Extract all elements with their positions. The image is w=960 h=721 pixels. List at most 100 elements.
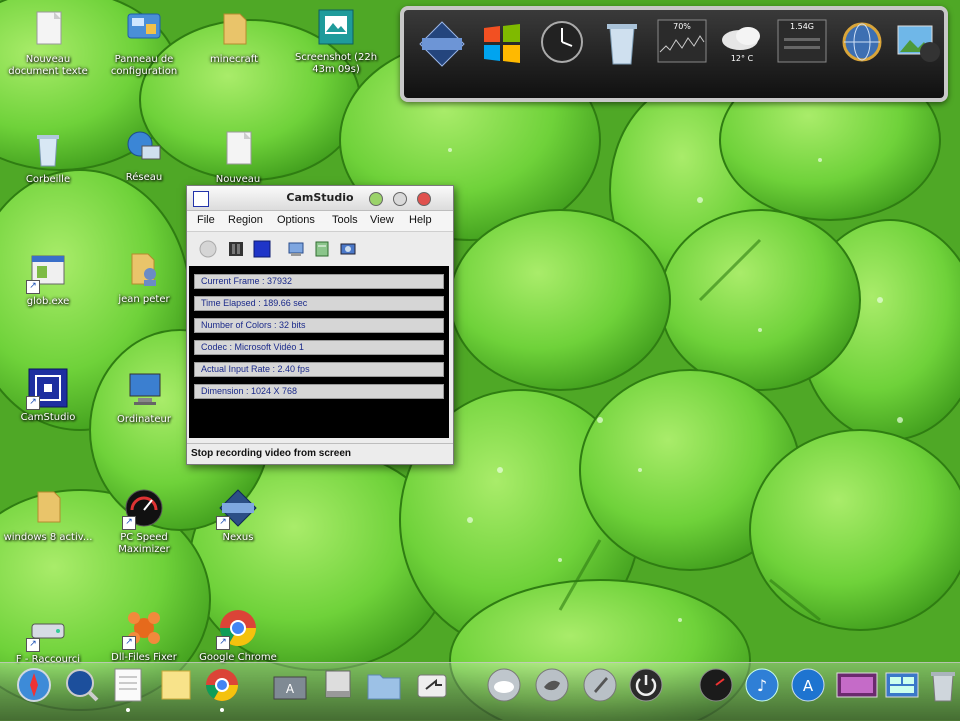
status-bar: Stop recording video from screen <box>187 443 453 464</box>
shortcut-arrow-icon: ↗ <box>122 636 136 650</box>
window-manager-icon[interactable] <box>884 667 920 703</box>
control-panel-icon <box>124 10 164 50</box>
cpu-meter-icon[interactable]: 70% <box>656 18 708 70</box>
shortcut-arrow-icon: ↗ <box>216 516 230 530</box>
itunes-icon[interactable]: ♪ <box>744 667 780 703</box>
desktop-icon-control-panel[interactable]: Panneau de configuration <box>96 10 192 78</box>
twitter-bird-icon[interactable] <box>534 667 570 703</box>
record-button[interactable] <box>199 240 217 258</box>
menu-options[interactable]: Options <box>277 214 315 226</box>
folder-icon <box>28 488 68 528</box>
photo-camera-icon[interactable] <box>894 18 946 70</box>
desktop-icon-new[interactable]: Nouveau <box>190 130 286 186</box>
recycle-bin-icon <box>28 130 68 170</box>
region-tool-icon[interactable] <box>287 240 305 258</box>
svg-text:♪: ♪ <box>757 676 767 695</box>
share-icon[interactable] <box>414 667 450 703</box>
clock-icon[interactable] <box>536 18 588 70</box>
folder-icon <box>214 10 254 50</box>
quicktime-icon[interactable] <box>64 667 100 703</box>
app-store-icon[interactable]: A <box>272 667 308 703</box>
menu-region[interactable]: Region <box>228 214 263 226</box>
chrome-icon[interactable] <box>204 667 240 703</box>
text-document-icon <box>28 10 68 50</box>
desktop-icon-google-chrome[interactable]: ↗ Google Chrome <box>190 608 286 664</box>
desktop-icon-windows8-folder[interactable]: windows 8 activ... <box>0 488 96 544</box>
weather-icon[interactable]: 12° C <box>716 18 768 70</box>
info-number-of-colors: Number of Colors : 32 bits <box>194 318 444 333</box>
desktop-icon-pc-speed-maximizer[interactable]: ↗ PC Speed Maximizer <box>96 488 192 556</box>
shortcut-arrow-icon: ↗ <box>122 516 136 530</box>
desktop-icon-glob[interactable]: ↗ glob.exe <box>0 252 96 308</box>
info-dimension: Dimension : 1024 X 768 <box>194 384 444 399</box>
menu-tools[interactable]: Tools <box>332 214 358 226</box>
recording-info-panel: Current Frame : 37932 Time Elapsed : 189… <box>189 266 449 438</box>
toolbar <box>187 232 453 266</box>
close-button[interactable] <box>417 192 431 206</box>
desktop-icon-f-shortcut[interactable]: ↗ F - Raccourci <box>0 610 96 666</box>
speedometer-icon: ↗ <box>122 488 164 530</box>
cloud-icon[interactable] <box>486 667 522 703</box>
dock-running-indicator <box>220 708 224 712</box>
desktop-icon-camstudio[interactable]: ↗ CamStudio <box>0 368 96 424</box>
nexus-logo-icon[interactable] <box>416 18 468 70</box>
camstudio-titlebar[interactable]: CamStudio <box>187 186 453 211</box>
minimize-button[interactable] <box>369 192 383 206</box>
desktop-icon-jean-peter[interactable]: jean peter <box>96 250 192 306</box>
desktop-icon-network[interactable]: Réseau <box>96 128 192 184</box>
photo-booth-icon[interactable] <box>836 667 878 703</box>
menu-view[interactable]: View <box>370 214 394 226</box>
menu-file[interactable]: File <box>197 214 215 226</box>
rocket-icon[interactable] <box>582 667 618 703</box>
chrome-icon: ↗ <box>216 608 258 650</box>
info-codec: Codec : Microsoft Vidéo 1 <box>194 340 444 355</box>
desktop-icon-new-text-document[interactable]: Nouveau document texte <box>0 10 96 78</box>
shortcut-arrow-icon: ↗ <box>216 636 230 650</box>
gadget-dock: 70% 12° C 1.54G <box>400 6 948 102</box>
info-input-rate: Actual Input Rate : 2.40 fps <box>194 362 444 377</box>
desktop-icon-computer[interactable]: Ordinateur <box>96 370 192 426</box>
nexus-icon: ↗ <box>216 488 258 530</box>
desktop-icon-recycle-bin[interactable]: Corbeille <box>0 130 96 186</box>
safari-icon[interactable] <box>16 667 52 703</box>
text-document-icon <box>218 130 258 170</box>
image-file-icon <box>316 8 356 48</box>
notes-icon[interactable] <box>158 667 194 703</box>
stop-button[interactable] <box>253 240 271 258</box>
finder-drive-icon[interactable] <box>320 667 356 703</box>
shortcut-arrow-icon: ↗ <box>26 396 40 410</box>
desktop-icon-screenshot[interactable]: Screenshot (22h 43m 09s) <box>288 8 384 76</box>
power-icon[interactable] <box>628 667 664 703</box>
pause-button[interactable] <box>227 240 245 258</box>
desktop-icon-nexus[interactable]: ↗ Nexus <box>190 488 286 544</box>
recycle-bin-icon[interactable] <box>596 18 648 70</box>
menu-help[interactable]: Help <box>409 214 432 226</box>
computer-icon <box>124 370 164 410</box>
camstudio-icon: ↗ <box>26 368 68 410</box>
dashboard-icon[interactable] <box>698 667 734 703</box>
maximize-button[interactable] <box>393 192 407 206</box>
network-globe-icon[interactable] <box>836 18 888 70</box>
dock-running-indicator <box>126 708 130 712</box>
trash-icon[interactable] <box>928 667 958 703</box>
camstudio-window: CamStudio File Region Options Tools View… <box>186 185 454 465</box>
memory-meter-icon[interactable]: 1.54G <box>776 18 828 70</box>
annotation-tool-icon[interactable] <box>313 240 331 258</box>
info-current-frame: Current Frame : 37932 <box>194 274 444 289</box>
application-icon: ↗ <box>26 252 68 294</box>
dll-fixer-icon: ↗ <box>122 608 164 650</box>
web-tool-icon[interactable] <box>339 240 357 258</box>
info-time-elapsed: Time Elapsed : 189.66 sec <box>194 296 444 311</box>
windows-logo-icon[interactable] <box>476 18 528 70</box>
appstore-a-icon[interactable]: A <box>790 667 826 703</box>
desktop-icon-minecraft-folder[interactable]: minecraft <box>186 10 282 66</box>
folder-icon[interactable] <box>366 667 402 703</box>
user-folder-icon <box>124 250 164 290</box>
drive-icon: ↗ <box>26 610 68 652</box>
desktop-icon-dll-files-fixer[interactable]: ↗ Dll-Files Fixer <box>96 608 192 664</box>
menubar: File Region Options Tools View Help <box>187 211 453 232</box>
bottom-dock: A ♪ A <box>0 662 960 721</box>
network-icon <box>124 128 164 168</box>
textedit-icon[interactable] <box>110 667 146 703</box>
svg-text:A: A <box>803 677 814 695</box>
